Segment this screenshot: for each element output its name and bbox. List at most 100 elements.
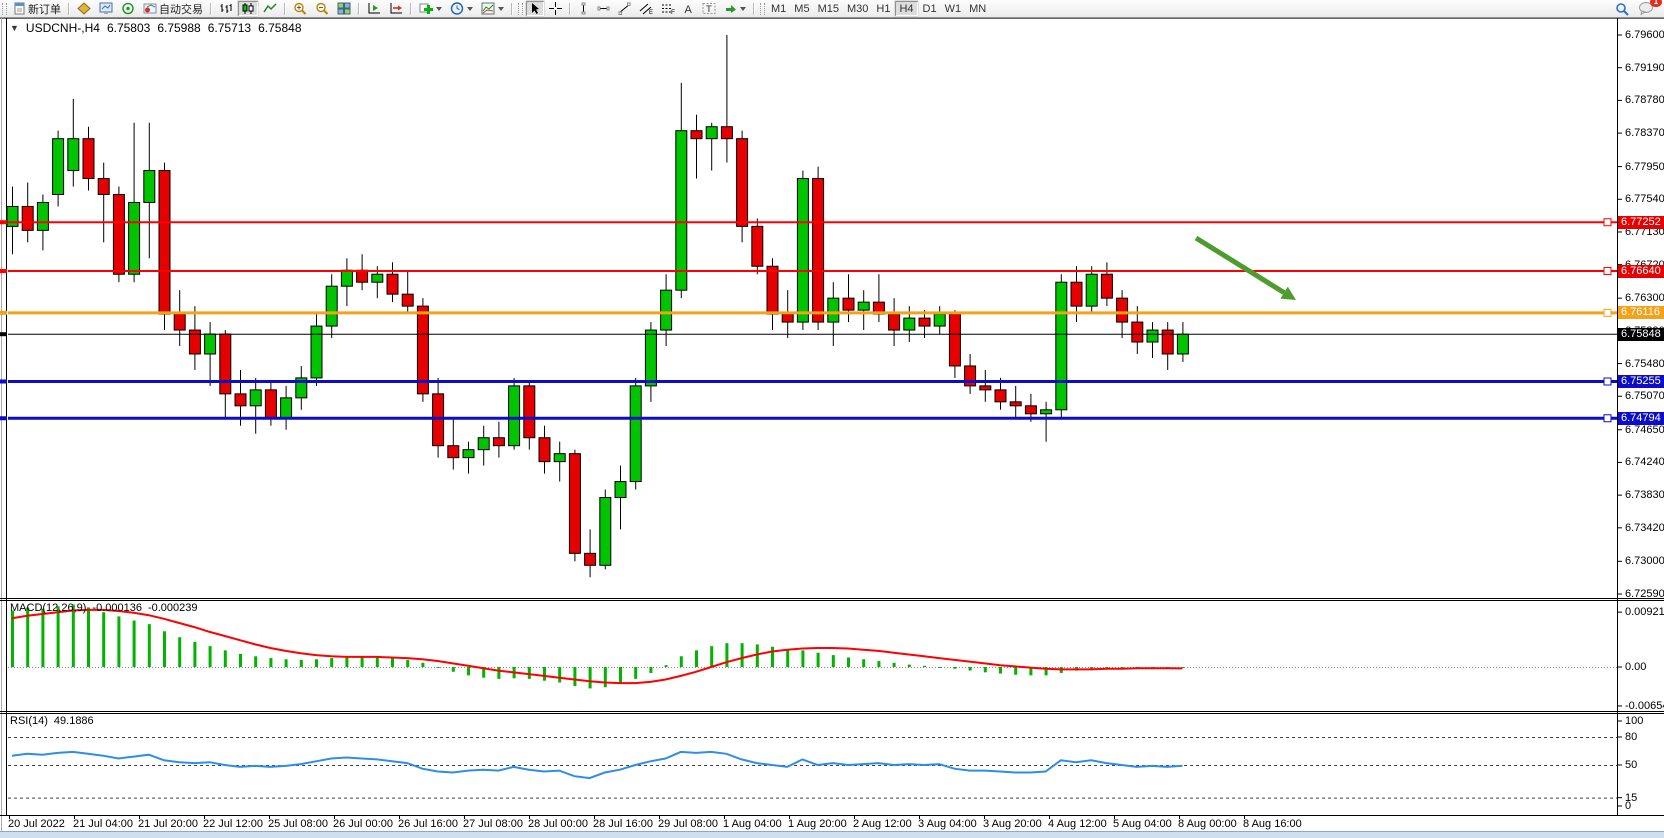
dropdown-caret bbox=[740, 7, 746, 11]
separator bbox=[210, 3, 212, 15]
line-chart-button[interactable] bbox=[259, 0, 281, 17]
chart-shift-icon bbox=[389, 2, 403, 15]
text-label-tool-button[interactable]: T bbox=[698, 0, 720, 17]
timeframe-m5[interactable]: M5 bbox=[790, 3, 813, 15]
rsi-name: RSI(14) bbox=[10, 715, 48, 727]
market-watch-button[interactable] bbox=[73, 0, 95, 17]
separator bbox=[358, 3, 360, 15]
macd-indicator-label: MACD(12,26,9) -0.000136 -0.000239 bbox=[10, 602, 198, 614]
chart-title: ▼ USDCNH-,H4 6.75803 6.75988 6.75713 6.7… bbox=[10, 21, 302, 35]
cursor-tool-button[interactable] bbox=[525, 0, 545, 17]
macd-value-signal: -0.000239 bbox=[148, 602, 198, 614]
toolbar-grip[interactable] bbox=[760, 3, 765, 15]
timeframe-m15[interactable]: M15 bbox=[814, 3, 843, 15]
candlestick-chart-icon bbox=[241, 2, 255, 15]
timeframe-h4[interactable]: H4 bbox=[894, 0, 918, 17]
shapes-tool-button[interactable] bbox=[720, 0, 750, 17]
crosshair-icon bbox=[549, 2, 562, 15]
clock-icon bbox=[450, 2, 464, 15]
separator bbox=[284, 3, 286, 15]
cursor-icon bbox=[529, 2, 541, 15]
separator bbox=[68, 3, 70, 15]
svg-text:E: E bbox=[649, 10, 653, 15]
toolbar-grip[interactable] bbox=[2, 3, 7, 15]
zoom-out-button[interactable] bbox=[311, 0, 333, 17]
dropdown-caret bbox=[498, 7, 504, 11]
chart-window[interactable] bbox=[0, 18, 1664, 831]
toolbar-grip[interactable] bbox=[518, 3, 523, 15]
new-order-button[interactable]: 新订单 bbox=[9, 0, 65, 17]
arrows-shape-icon bbox=[724, 2, 737, 15]
timeframe-m1[interactable]: M1 bbox=[767, 3, 790, 15]
rsi-value: 49.1886 bbox=[54, 715, 94, 727]
crosshair-tool-button[interactable] bbox=[545, 0, 566, 17]
text-label-icon: T bbox=[702, 2, 716, 15]
indicators-plus-icon bbox=[419, 2, 433, 15]
channel-icon: E bbox=[639, 2, 653, 15]
gold-diamond-icon bbox=[77, 2, 91, 15]
signals-button[interactable] bbox=[117, 0, 139, 17]
data-window-button[interactable] bbox=[95, 0, 117, 17]
ohlc-high: 6.75988 bbox=[157, 21, 200, 35]
timeframe-m30[interactable]: M30 bbox=[843, 3, 872, 15]
timeframe-mn[interactable]: MN bbox=[965, 3, 990, 15]
svg-text:A: A bbox=[685, 4, 693, 15]
search-button[interactable] bbox=[1611, 0, 1634, 17]
auto-scroll-icon bbox=[367, 2, 381, 15]
auto-trading-button[interactable]: 自动交易 bbox=[139, 0, 207, 17]
tile-windows-icon bbox=[337, 2, 351, 15]
timeframe-h1[interactable]: H1 bbox=[872, 3, 894, 15]
separator bbox=[410, 3, 412, 15]
separator bbox=[753, 3, 755, 15]
text-a-icon: A bbox=[683, 2, 694, 15]
equidistant-channel-tool-button[interactable]: E bbox=[635, 0, 657, 17]
templates-button[interactable] bbox=[477, 0, 508, 17]
new-order-label: 新订单 bbox=[28, 1, 61, 17]
dropdown-caret bbox=[467, 7, 473, 11]
ohlc-low: 6.75713 bbox=[208, 21, 251, 35]
text-tool-button[interactable]: A bbox=[679, 0, 698, 17]
ohlc-close: 6.75848 bbox=[258, 21, 301, 35]
macd-name: MACD(12,26,9) bbox=[10, 602, 86, 614]
chart-shift-button[interactable] bbox=[385, 0, 407, 17]
timeframe-d1[interactable]: D1 bbox=[919, 3, 941, 15]
auto-scroll-button[interactable] bbox=[363, 0, 385, 17]
horizontal-line-icon bbox=[597, 2, 610, 15]
indicators-button[interactable] bbox=[415, 0, 446, 17]
horizontal-line-tool-button[interactable] bbox=[593, 0, 614, 17]
zoom-out-icon bbox=[315, 2, 329, 15]
templates-icon bbox=[481, 2, 495, 15]
chart-symbol-period: USDCNH-,H4 bbox=[26, 21, 100, 35]
new-order-icon bbox=[13, 2, 26, 15]
timeframe-w1[interactable]: W1 bbox=[941, 3, 966, 15]
search-icon bbox=[1615, 2, 1630, 16]
dropdown-caret bbox=[436, 7, 442, 11]
bar-chart-icon bbox=[219, 2, 233, 15]
notifications-button[interactable]: 1 bbox=[1634, 0, 1658, 17]
bar-chart-button[interactable] bbox=[215, 0, 237, 17]
notification-badge: 1 bbox=[1650, 0, 1662, 7]
vertical-line-tool-button[interactable] bbox=[574, 0, 593, 17]
rsi-indicator-label: RSI(14) 49.1886 bbox=[10, 715, 94, 727]
trendline-icon bbox=[618, 2, 631, 15]
signal-icon bbox=[121, 2, 135, 15]
fibonacci-tool-button[interactable]: F bbox=[657, 0, 679, 17]
svg-text:T: T bbox=[706, 4, 712, 15]
separator bbox=[569, 3, 571, 15]
zoom-in-button[interactable] bbox=[289, 0, 311, 17]
candlestick-chart-button[interactable] bbox=[237, 0, 259, 17]
separator bbox=[511, 3, 513, 15]
svg-text:F: F bbox=[671, 9, 675, 15]
periods-button[interactable] bbox=[446, 0, 477, 17]
trendline-tool-button[interactable] bbox=[614, 0, 635, 17]
toolbar: 新订单 自动交易 bbox=[0, 0, 1664, 18]
tile-windows-button[interactable] bbox=[333, 0, 355, 17]
monitor-icon bbox=[99, 2, 113, 15]
vertical-line-icon bbox=[578, 2, 589, 15]
auto-trading-label: 自动交易 bbox=[159, 1, 203, 17]
macd-value-main: -0.000136 bbox=[92, 602, 142, 614]
ohlc-open: 6.75803 bbox=[107, 21, 150, 35]
zoom-in-icon bbox=[293, 2, 307, 15]
collapse-icon[interactable]: ▼ bbox=[10, 23, 19, 33]
fibonacci-icon: F bbox=[661, 2, 675, 15]
